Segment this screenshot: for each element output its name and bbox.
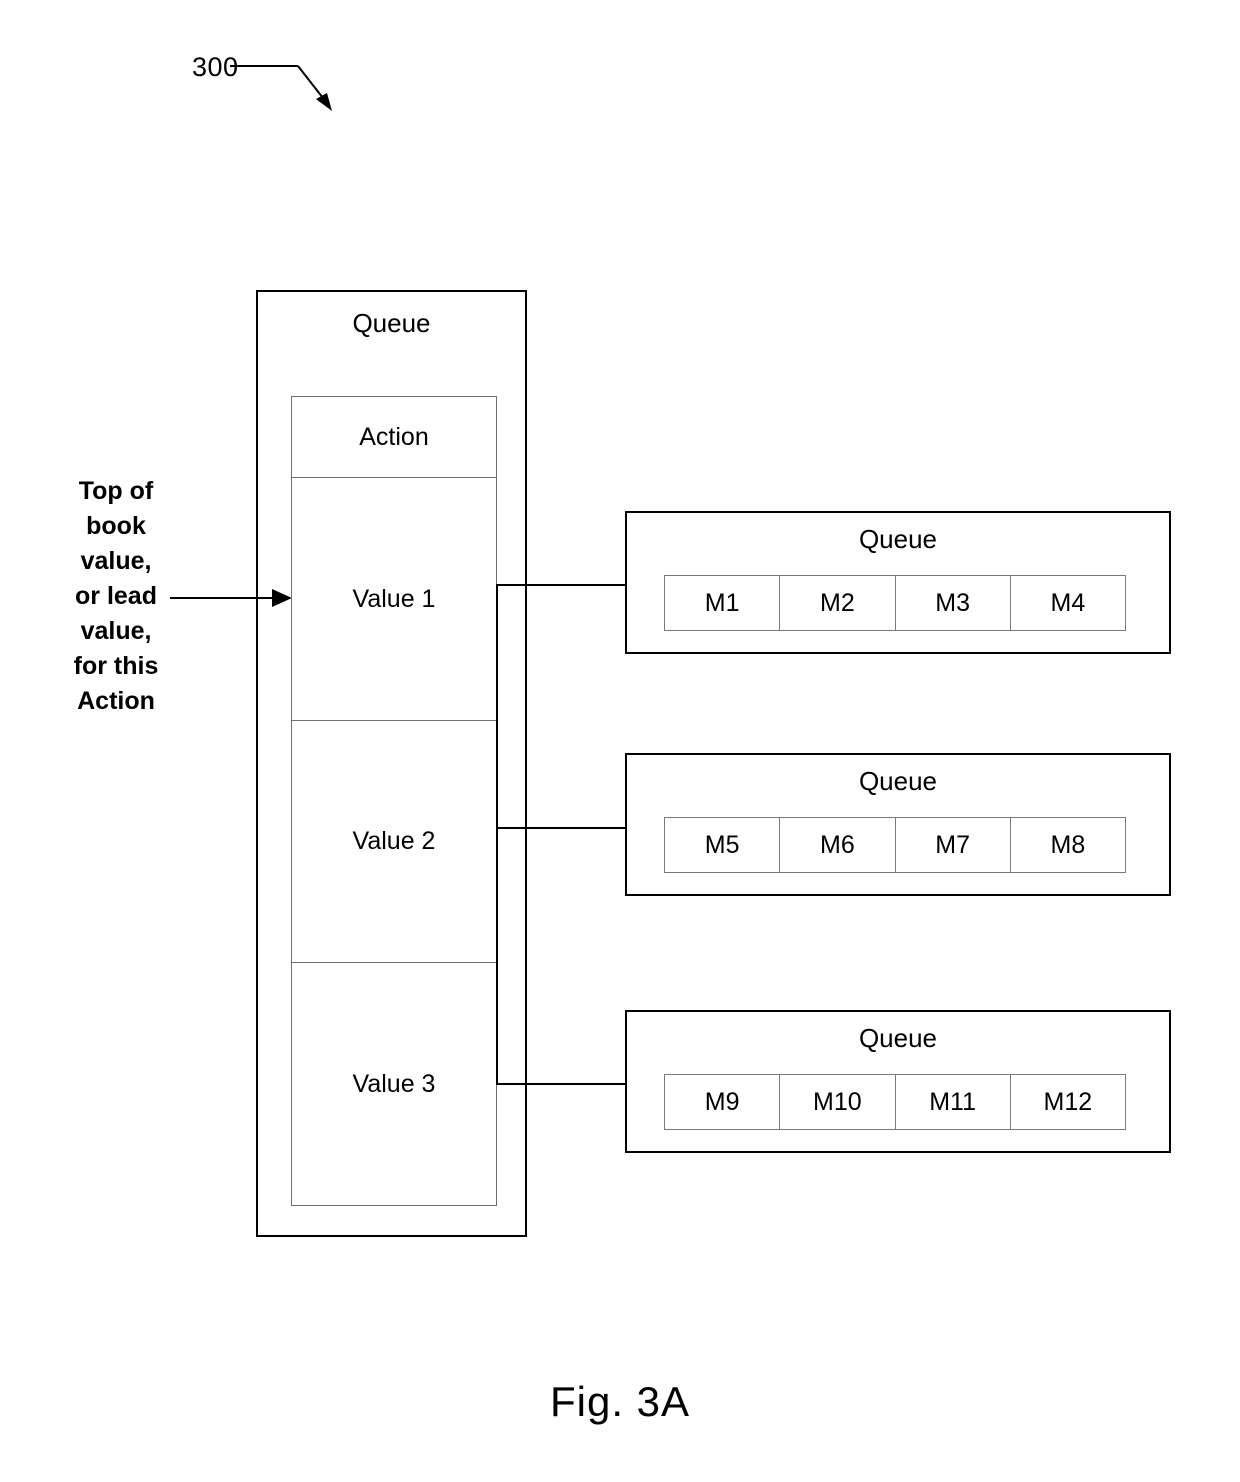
action-cell-label: Action — [359, 422, 429, 451]
message-cell[interactable]: M12 — [1011, 1075, 1125, 1129]
action-value-stack: Action Value 1 Value 2 Value 3 — [291, 396, 497, 1206]
main-queue-title: Queue — [352, 308, 431, 338]
message-row-2: M5 M6 M7 M8 — [664, 817, 1126, 873]
sub-queue-1-title: Queue — [858, 524, 938, 554]
figure-canvas: 300 Top of book value, or lead value, fo… — [0, 0, 1240, 1482]
message-row-3: M9 M10 M11 M12 — [664, 1074, 1126, 1130]
sub-queue-box-3: Queue M9 M10 M11 M12 — [625, 1010, 1171, 1153]
value-2-cell[interactable]: Value 2 — [291, 720, 497, 962]
message-cell[interactable]: M5 — [665, 818, 781, 872]
sub-queue-box-1: Queue M1 M2 M3 M4 — [625, 511, 1171, 654]
sub-queue-2-title: Queue — [858, 766, 938, 796]
message-cell[interactable]: M2 — [780, 576, 896, 630]
connector-value-3-to-queue-3 — [496, 1083, 626, 1085]
message-cell[interactable]: M4 — [1011, 576, 1125, 630]
value-1-cell[interactable]: Value 1 — [291, 477, 497, 720]
message-row-1: M1 M2 M3 M4 — [664, 575, 1126, 631]
top-of-book-label: Top of book value, or lead value, for th… — [73, 477, 159, 715]
message-cell[interactable]: M9 — [665, 1075, 781, 1129]
message-cell[interactable]: M3 — [896, 576, 1011, 630]
message-cell[interactable]: M11 — [896, 1075, 1011, 1129]
sub-queue-3-title: Queue — [858, 1023, 938, 1053]
reference-leader-line-icon — [230, 65, 332, 111]
message-cell[interactable]: M8 — [1011, 818, 1125, 872]
value-2-label: Value 2 — [352, 827, 436, 855]
value-1-label: Value 1 — [352, 584, 436, 613]
message-cell[interactable]: M6 — [780, 818, 896, 872]
message-cell[interactable]: M10 — [780, 1075, 896, 1129]
connector-spine — [496, 584, 498, 1085]
message-cell[interactable]: M7 — [896, 818, 1011, 872]
sub-queue-box-2: Queue M5 M6 M7 M8 — [625, 753, 1171, 896]
main-queue-box: Queue Action Value 1 Value 2 Value 3 — [256, 290, 527, 1237]
connector-value-1-to-queue-1 — [496, 584, 626, 586]
action-cell[interactable]: Action — [291, 396, 497, 477]
value-3-label: Value 3 — [352, 1069, 436, 1098]
message-cell[interactable]: M1 — [665, 576, 781, 630]
connector-value-2-to-queue-2 — [496, 827, 626, 829]
value-3-cell[interactable]: Value 3 — [291, 962, 497, 1206]
figure-caption: Fig. 3A — [549, 1378, 691, 1425]
